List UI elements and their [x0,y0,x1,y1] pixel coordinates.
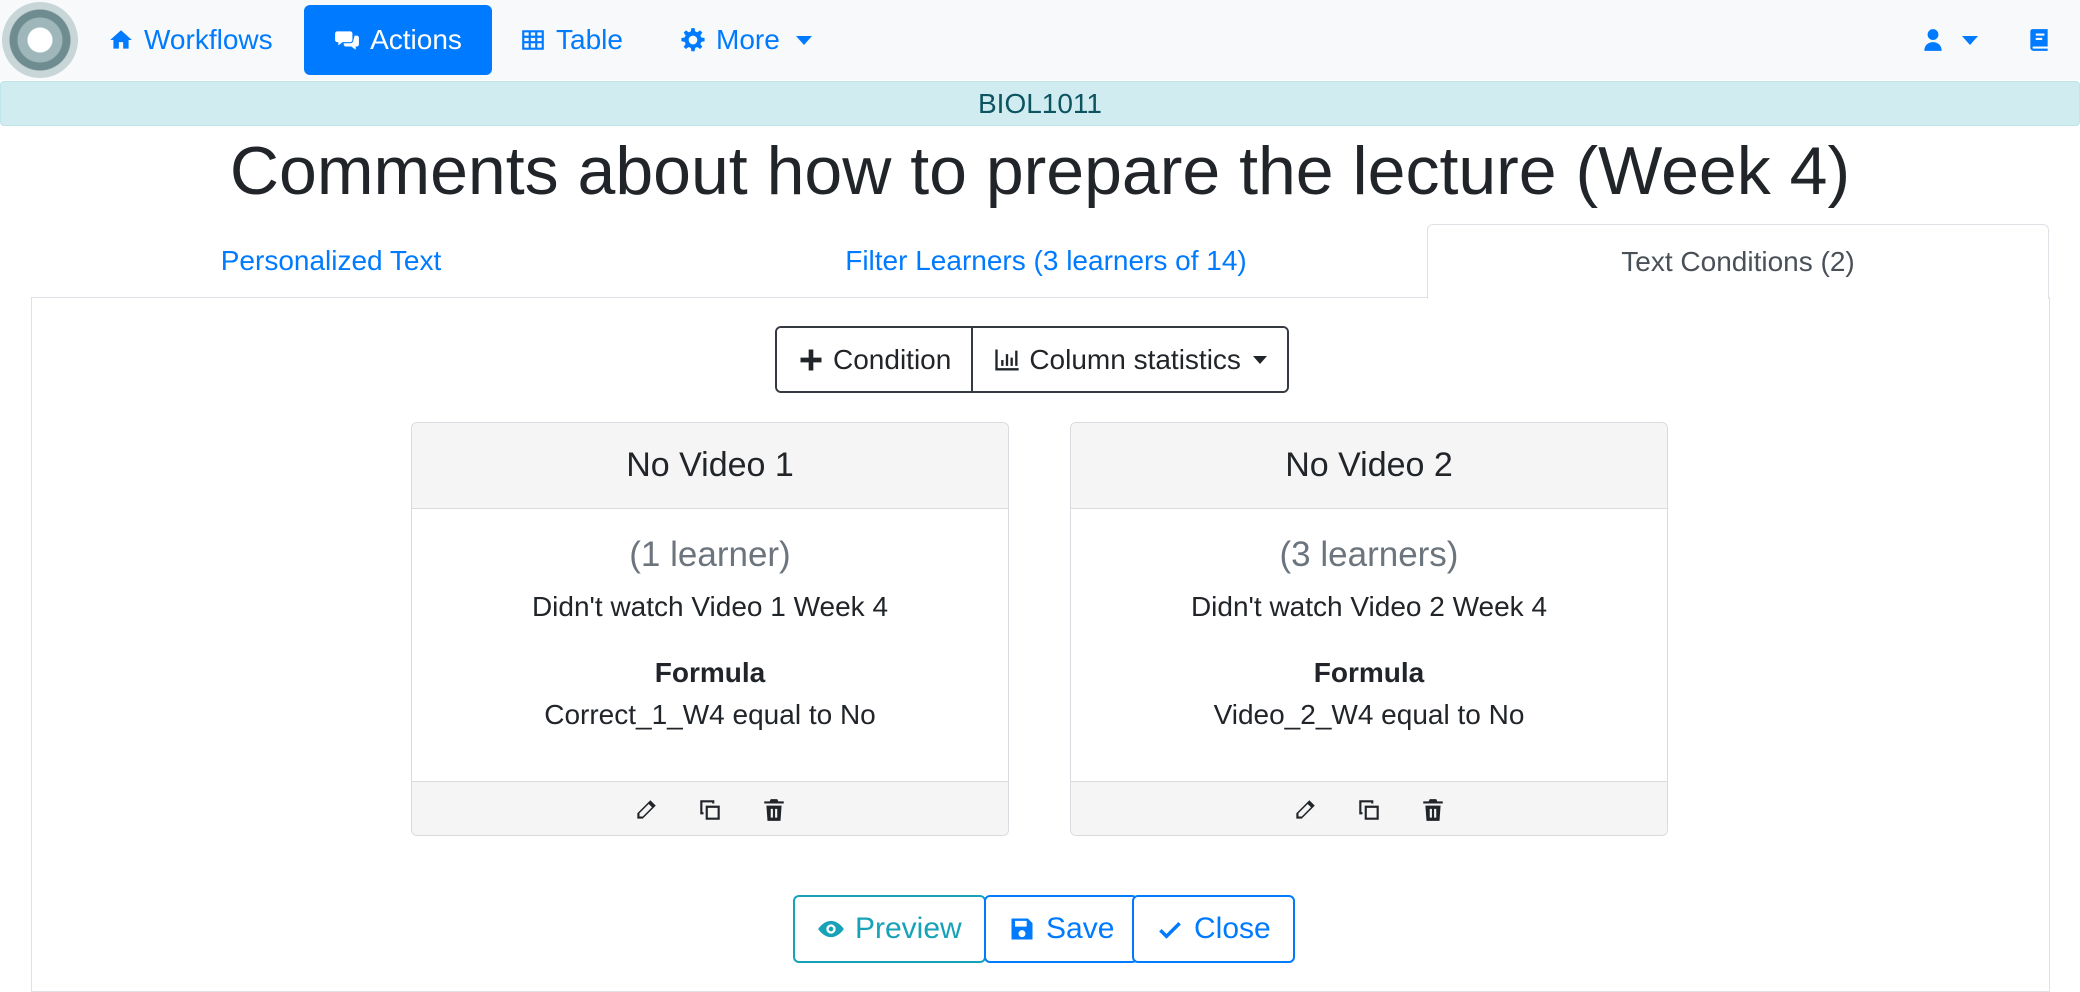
formula-label: Formula [654,657,766,688]
action-tabs: Personalized Text Filter Learners (3 lea… [31,224,2050,299]
trash-icon [764,798,784,821]
save-button[interactable]: Save [984,895,1139,963]
table-icon [522,30,544,50]
condition-actions [1071,781,1667,835]
delete-condition-button[interactable] [760,796,788,824]
clone-icon [1359,799,1379,820]
page-title: Comments about how to prepare the lectur… [229,133,1851,209]
formula-label: Formula [1313,657,1425,688]
formula-text: Video_2_W4 equal to No [1213,699,1525,730]
formula-text: Correct_1_W4 equal to No [544,699,876,730]
chevron-down-icon [795,35,812,45]
chevron-down-icon [1962,35,1978,45]
condition-name: No Video 1 [412,423,1008,509]
close-button[interactable]: Close [1132,895,1295,963]
app-logo[interactable] [2,2,78,78]
plus-icon [800,349,822,370]
tab-personalized-text[interactable]: Personalized Text [31,224,631,298]
preview-button[interactable]: Preview [793,895,986,963]
column-statistics-label: Column statistics [1029,343,1241,375]
course-banner: BIOL1011 [0,81,2080,126]
documentation-link[interactable] [2010,5,2068,75]
nav-actions[interactable]: Actions [304,5,492,75]
user-menu-dropdown[interactable] [1904,5,1994,75]
learner-count: (3 learners) [1279,535,1459,574]
condition-description: Didn't watch Video 2 Week 4 [1190,591,1548,622]
column-statistics-dropdown[interactable]: Column statistics [971,328,1287,391]
conditions-toolbar: Condition Column statistics [775,326,1289,393]
tab-text-conditions[interactable]: Text Conditions (2) [1427,224,2049,299]
learner-count: (1 learner) [629,535,791,574]
condition-name: No Video 2 [1071,423,1667,509]
add-condition-button[interactable]: Condition [777,328,972,391]
tab-label: Filter Learners (3 learners of 14) [845,245,1247,276]
tab-filter-learners[interactable]: Filter Learners (3 learners of 14) [631,224,1461,298]
save-icon [1011,918,1033,940]
condition-card: No Video 2 (3 learners) Didn't watch Vid… [1070,422,1668,836]
tab-label: Personalized Text [220,245,442,276]
pencil-icon [1296,799,1315,819]
trash-icon [1423,798,1443,821]
home-icon [110,30,132,49]
pencil-icon [637,799,656,819]
edit-condition-button[interactable] [1291,796,1319,824]
clone-condition-button[interactable] [696,796,724,824]
top-navbar: Workflows Actions Table More [0,0,2080,80]
chevron-down-icon [1252,355,1267,364]
clone-condition-button[interactable] [1355,796,1383,824]
check-icon [1159,922,1181,939]
text-conditions-panel [31,297,2050,992]
nav-workflows-label: Workflows [144,24,273,55]
nav-table-label: Table [556,24,623,55]
tab-label: Text Conditions (2) [1621,245,1855,277]
delete-condition-button[interactable] [1419,796,1447,824]
preview-label: Preview [855,912,962,945]
eye-icon [818,920,844,938]
condition-card: No Video 1 (1 learner) Didn't watch Vide… [411,422,1009,836]
condition-body: (1 learner) Didn't watch Video 1 Week 4 … [412,509,1008,781]
nav-more-label: More [716,24,780,55]
add-condition-label: Condition [833,343,952,375]
book-icon [2030,29,2048,51]
condition-body: (3 learners) Didn't watch Video 2 Week 4… [1071,509,1667,781]
user-icon [1924,29,1942,51]
bar-chart-icon [995,349,1019,370]
gear-icon [681,28,705,52]
clone-icon [700,799,720,820]
nav-table[interactable]: Table [504,5,639,75]
save-label: Save [1046,912,1115,945]
edit-condition-button[interactable] [632,796,660,824]
condition-description: Didn't watch Video 1 Week 4 [531,591,889,622]
close-label: Close [1194,912,1271,945]
nav-actions-label: Actions [370,24,462,55]
comments-icon [335,31,359,50]
nav-workflows[interactable]: Workflows [92,5,289,75]
nav-more-dropdown[interactable]: More [664,5,828,75]
condition-actions [412,781,1008,835]
